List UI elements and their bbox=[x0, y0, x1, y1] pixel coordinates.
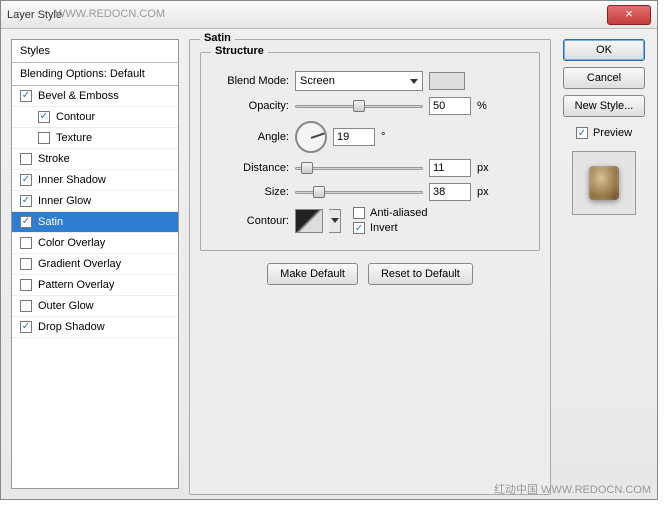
right-panel: OK Cancel New Style... Preview bbox=[561, 39, 647, 489]
preview-label: Preview bbox=[593, 127, 632, 139]
checkbox-icon bbox=[20, 153, 32, 165]
blend-mode-value: Screen bbox=[300, 75, 335, 87]
checkbox-icon bbox=[20, 195, 32, 207]
checkbox-icon bbox=[20, 216, 32, 228]
structure-title: Structure bbox=[211, 45, 268, 57]
watermark-bottom: 红动中国 WWW.REDOCN.COM bbox=[494, 481, 651, 497]
style-item-satin[interactable]: Satin bbox=[12, 212, 178, 233]
blending-options[interactable]: Blending Options: Default bbox=[12, 63, 178, 86]
style-item-label: Inner Shadow bbox=[38, 174, 106, 186]
preview-checkbox[interactable]: Preview bbox=[576, 127, 632, 139]
layer-style-dialog: Layer Style × WWW.REDOCN.COM Styles Blen… bbox=[0, 0, 658, 500]
style-item-color-overlay[interactable]: Color Overlay bbox=[12, 233, 178, 254]
structure-group: Structure Blend Mode: Screen Opacity: 50 bbox=[200, 52, 540, 251]
close-button[interactable]: × bbox=[607, 5, 651, 25]
angle-label: Angle: bbox=[211, 131, 289, 143]
style-item-stroke[interactable]: Stroke bbox=[12, 149, 178, 170]
angle-input[interactable]: 19 bbox=[333, 128, 375, 146]
style-item-pattern-overlay[interactable]: Pattern Overlay bbox=[12, 275, 178, 296]
satin-title: Satin bbox=[200, 32, 235, 44]
style-item-texture[interactable]: Texture bbox=[12, 128, 178, 149]
distance-label: Distance: bbox=[211, 162, 289, 174]
ok-button[interactable]: OK bbox=[563, 39, 645, 61]
blend-mode-label: Blend Mode: bbox=[211, 75, 289, 87]
satin-group: Satin Structure Blend Mode: Screen Opaci… bbox=[189, 39, 551, 495]
watermark-top: WWW.REDOCN.COM bbox=[55, 8, 165, 20]
contour-dropdown[interactable] bbox=[329, 209, 341, 233]
distance-unit: px bbox=[477, 162, 493, 174]
style-item-label: Outer Glow bbox=[38, 300, 94, 312]
style-item-bevel-emboss[interactable]: Bevel & Emboss bbox=[12, 86, 178, 107]
anti-aliased-checkbox[interactable]: Anti-aliased bbox=[353, 207, 427, 219]
chevron-down-icon bbox=[331, 218, 339, 223]
styles-header[interactable]: Styles bbox=[12, 40, 178, 63]
opacity-slider[interactable] bbox=[295, 99, 423, 113]
make-default-button[interactable]: Make Default bbox=[267, 263, 358, 285]
style-item-label: Gradient Overlay bbox=[38, 258, 121, 270]
preview-cb-icon bbox=[576, 127, 588, 139]
cancel-button[interactable]: Cancel bbox=[563, 67, 645, 89]
size-input[interactable]: 38 bbox=[429, 183, 471, 201]
style-item-label: Drop Shadow bbox=[38, 321, 105, 333]
size-unit: px bbox=[477, 186, 493, 198]
preview-thumbnail bbox=[572, 151, 636, 215]
style-item-contour[interactable]: Contour bbox=[12, 107, 178, 128]
checkbox-icon bbox=[20, 90, 32, 102]
styles-panel: Styles Blending Options: Default Bevel &… bbox=[11, 39, 179, 489]
new-style-button[interactable]: New Style... bbox=[563, 95, 645, 117]
checkbox-icon bbox=[20, 237, 32, 249]
checkbox-icon bbox=[20, 258, 32, 270]
contour-swatch[interactable] bbox=[295, 209, 323, 233]
main-panel: Satin Structure Blend Mode: Screen Opaci… bbox=[189, 39, 551, 489]
style-item-inner-shadow[interactable]: Inner Shadow bbox=[12, 170, 178, 191]
style-item-label: Contour bbox=[56, 111, 95, 123]
checkbox-icon bbox=[20, 279, 32, 291]
checkbox-icon bbox=[38, 111, 50, 123]
chevron-down-icon bbox=[410, 79, 418, 84]
style-item-label: Inner Glow bbox=[38, 195, 91, 207]
checkbox-icon bbox=[20, 174, 32, 186]
distance-input[interactable]: 11 bbox=[429, 159, 471, 177]
style-item-label: Texture bbox=[56, 132, 92, 144]
size-slider[interactable] bbox=[295, 185, 423, 199]
opacity-input[interactable]: 50 bbox=[429, 97, 471, 115]
style-item-label: Satin bbox=[38, 216, 63, 228]
style-item-gradient-overlay[interactable]: Gradient Overlay bbox=[12, 254, 178, 275]
reset-default-button[interactable]: Reset to Default bbox=[368, 263, 473, 285]
style-item-label: Color Overlay bbox=[38, 237, 105, 249]
checkbox-icon bbox=[20, 321, 32, 333]
checkbox-icon bbox=[20, 300, 32, 312]
style-item-label: Stroke bbox=[38, 153, 70, 165]
angle-unit: ° bbox=[381, 131, 397, 143]
invert-checkbox[interactable]: Invert bbox=[353, 222, 427, 234]
opacity-label: Opacity: bbox=[211, 100, 289, 112]
distance-slider[interactable] bbox=[295, 161, 423, 175]
style-item-drop-shadow[interactable]: Drop Shadow bbox=[12, 317, 178, 338]
blend-mode-select[interactable]: Screen bbox=[295, 71, 423, 91]
style-item-inner-glow[interactable]: Inner Glow bbox=[12, 191, 178, 212]
angle-dial[interactable] bbox=[295, 121, 327, 153]
color-swatch[interactable] bbox=[429, 72, 465, 90]
style-item-outer-glow[interactable]: Outer Glow bbox=[12, 296, 178, 317]
contour-label: Contour: bbox=[211, 215, 289, 227]
size-label: Size: bbox=[211, 186, 289, 198]
style-item-label: Pattern Overlay bbox=[38, 279, 114, 291]
style-item-label: Bevel & Emboss bbox=[38, 90, 119, 102]
opacity-unit: % bbox=[477, 100, 493, 112]
checkbox-icon bbox=[38, 132, 50, 144]
